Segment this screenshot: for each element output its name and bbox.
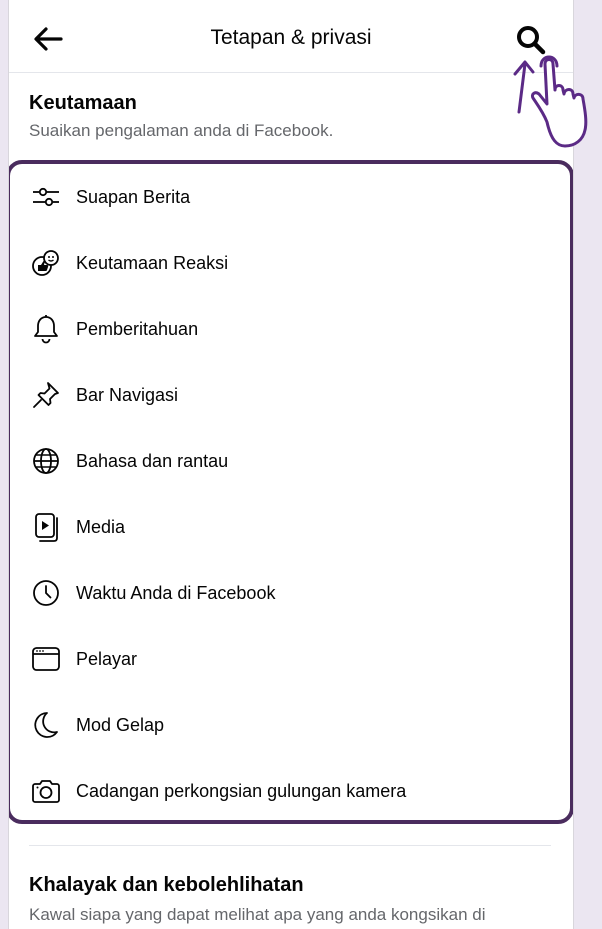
media-icon — [30, 511, 62, 543]
menu-item-dark-mode[interactable]: Mod Gelap — [30, 705, 164, 745]
menu-item-label: Pelayar — [76, 648, 138, 669]
preferences-header: Keutamaan Suaikan pengalaman anda di Fac… — [29, 92, 333, 141]
page-title: Tetapan & privasi — [210, 26, 372, 49]
pin-icon — [30, 379, 62, 411]
tap-hand-icon — [505, 52, 602, 148]
audience-title: Khalayak dan kebolehlihatan — [29, 874, 304, 896]
menu-item-news-feed[interactable]: Suapan Berita — [30, 177, 190, 217]
section-divider — [29, 845, 551, 846]
menu-item-label: Cadangan perkongsian gulungan kamera — [76, 780, 407, 801]
top-bar: Tetapan & privasi — [9, 0, 573, 73]
menu-item-label: Mod Gelap — [76, 714, 165, 735]
menu-item-label: Waktu Anda di Facebook — [76, 582, 276, 603]
menu-item-your-time[interactable]: Waktu Anda di Facebook — [30, 573, 275, 613]
preferences-subtitle: Suaikan pengalaman anda di Facebook. — [29, 121, 334, 140]
menu-item-language-region[interactable]: Bahasa dan rantau — [30, 441, 228, 481]
camera-icon — [30, 775, 62, 807]
menu-item-label: Bar Navigasi — [76, 384, 179, 405]
menu-item-label: Media — [76, 516, 126, 537]
menu-item-label: Pemberitahuan — [76, 318, 199, 339]
sliders-icon — [30, 181, 62, 213]
menu-item-label: Keutamaan Reaksi — [76, 252, 229, 273]
preferences-list: Suapan Berita Keutamaan Reaksi Pemberita… — [9, 160, 573, 824]
menu-item-label: Bahasa dan rantau — [76, 450, 229, 471]
audience-section[interactable]: Khalayak dan kebolehlihatan Kawal siapa … — [29, 874, 569, 925]
globe-icon — [30, 445, 62, 477]
browser-icon — [30, 643, 62, 675]
menu-item-browser[interactable]: Pelayar — [30, 639, 137, 679]
menu-item-navigation-bar[interactable]: Bar Navigasi — [30, 375, 178, 415]
menu-item-camera-roll[interactable]: Cadangan perkongsian gulungan kamera — [30, 771, 406, 811]
reaction-icon — [30, 247, 62, 279]
clock-icon — [30, 577, 62, 609]
audience-subtitle: Kawal siapa yang dapat melihat apa yang … — [29, 905, 486, 924]
menu-item-media[interactable]: Media — [30, 507, 125, 547]
menu-item-reaction-preferences[interactable]: Keutamaan Reaksi — [30, 243, 228, 283]
settings-screen: Tetapan & privasi Keutamaan Suaikan peng… — [8, 0, 574, 929]
preferences-title: Keutamaan — [29, 92, 137, 114]
menu-item-notifications[interactable]: Pemberitahuan — [30, 309, 198, 349]
moon-icon — [30, 709, 62, 741]
bell-icon — [30, 313, 62, 345]
menu-item-label: Suapan Berita — [76, 186, 191, 207]
